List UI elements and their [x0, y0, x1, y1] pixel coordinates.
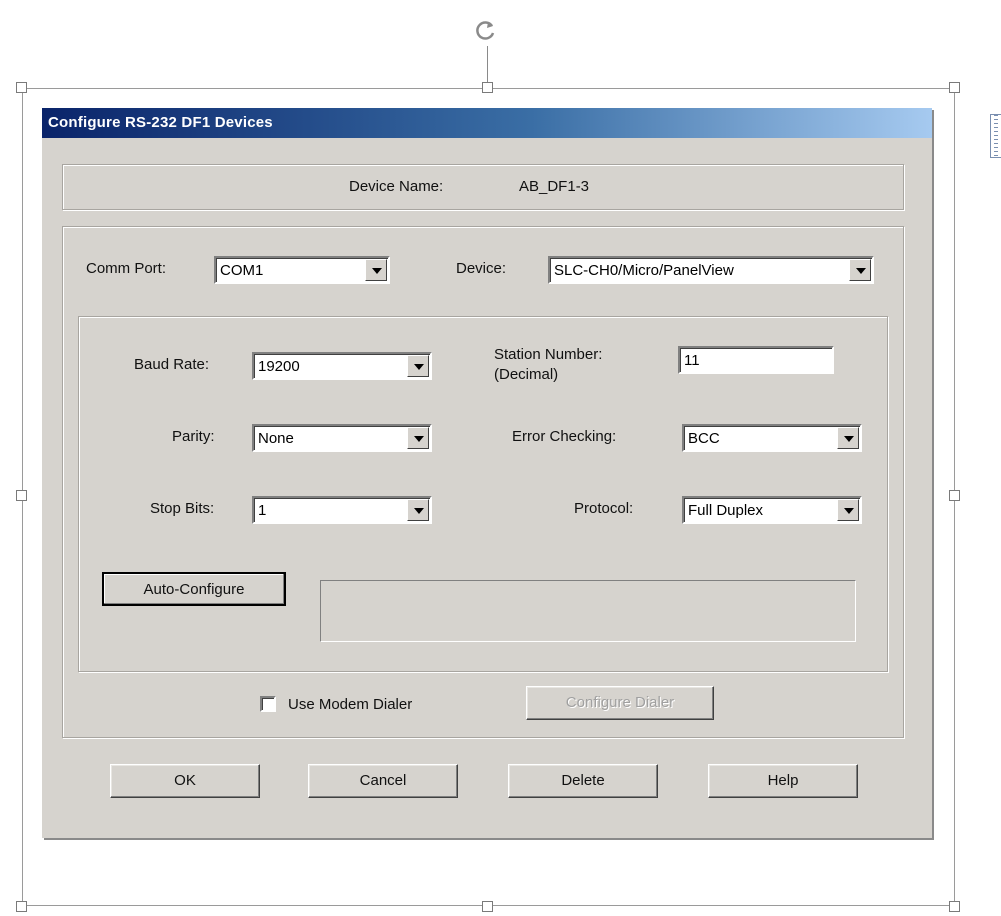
- chevron-down-icon[interactable]: [407, 499, 429, 521]
- protocol-value: Full Duplex: [688, 502, 764, 519]
- resize-handle-bottom[interactable]: [482, 901, 493, 912]
- auto-configure-status: [320, 580, 856, 642]
- auto-configure-button[interactable]: Auto-Configure: [102, 572, 286, 606]
- resize-handle-left[interactable]: [16, 490, 27, 501]
- comm-port-select[interactable]: COM1: [214, 256, 390, 284]
- delete-button[interactable]: Delete: [508, 764, 658, 798]
- comm-port-label: Comm Port:: [86, 260, 167, 277]
- chevron-down-icon[interactable]: [837, 499, 859, 521]
- device-value: SLC-CH0/Micro/PanelView: [554, 262, 734, 279]
- stop-bits-value: 1: [258, 502, 267, 519]
- configure-dialer-button[interactable]: Configure Dialer: [526, 686, 714, 720]
- resize-handle-top-right[interactable]: [949, 82, 960, 93]
- protocol-label: Protocol:: [574, 500, 634, 517]
- station-number-value: 11: [684, 352, 700, 369]
- resize-handle-right[interactable]: [949, 490, 960, 501]
- parity-value: None: [258, 430, 294, 447]
- station-number-input[interactable]: 11: [678, 346, 834, 374]
- chevron-down-icon[interactable]: [837, 427, 859, 449]
- device-select[interactable]: SLC-CH0/Micro/PanelView: [548, 256, 874, 284]
- device-name-panel: Device Name: AB_DF1-3: [62, 164, 904, 210]
- chevron-down-icon[interactable]: [365, 259, 387, 281]
- dialog-title: Configure RS-232 DF1 Devices: [48, 114, 273, 131]
- device-name-value: AB_DF1-3: [519, 178, 590, 195]
- layout-options-icon[interactable]: [990, 114, 1001, 158]
- baud-rate-label: Baud Rate:: [134, 356, 210, 373]
- station-number-label: Station Number:: [494, 346, 603, 363]
- error-checking-value: BCC: [688, 430, 720, 447]
- resize-handle-top[interactable]: [482, 82, 493, 93]
- baud-rate-select[interactable]: 19200: [252, 352, 432, 380]
- stop-bits-label: Stop Bits:: [150, 500, 215, 517]
- use-modem-dialer-label: Use Modem Dialer: [288, 696, 413, 713]
- protocol-select[interactable]: Full Duplex: [682, 496, 862, 524]
- configure-dialog: Configure RS-232 DF1 Devices Device Name…: [42, 108, 932, 838]
- rotate-stem: [487, 46, 488, 84]
- rotate-icon[interactable]: [474, 18, 498, 42]
- ok-button[interactable]: OK: [110, 764, 260, 798]
- device-label: Device:: [456, 260, 507, 277]
- parity-label: Parity:: [172, 428, 215, 445]
- parity-select[interactable]: None: [252, 424, 432, 452]
- resize-handle-bottom-right[interactable]: [949, 901, 960, 912]
- chevron-down-icon[interactable]: [849, 259, 871, 281]
- cancel-button[interactable]: Cancel: [308, 764, 458, 798]
- comm-port-value: COM1: [220, 262, 264, 279]
- help-button[interactable]: Help: [708, 764, 858, 798]
- error-checking-label: Error Checking:: [512, 428, 617, 445]
- device-name-label: Device Name:: [349, 178, 444, 195]
- use-modem-dialer-checkbox[interactable]: [260, 696, 276, 712]
- title-bar: Configure RS-232 DF1 Devices: [42, 108, 932, 138]
- station-number-sublabel: (Decimal): [494, 366, 559, 383]
- resize-handle-bottom-left[interactable]: [16, 901, 27, 912]
- resize-handle-top-left[interactable]: [16, 82, 27, 93]
- baud-rate-value: 19200: [258, 358, 300, 375]
- error-checking-select[interactable]: BCC: [682, 424, 862, 452]
- chevron-down-icon[interactable]: [407, 355, 429, 377]
- chevron-down-icon[interactable]: [407, 427, 429, 449]
- stop-bits-select[interactable]: 1: [252, 496, 432, 524]
